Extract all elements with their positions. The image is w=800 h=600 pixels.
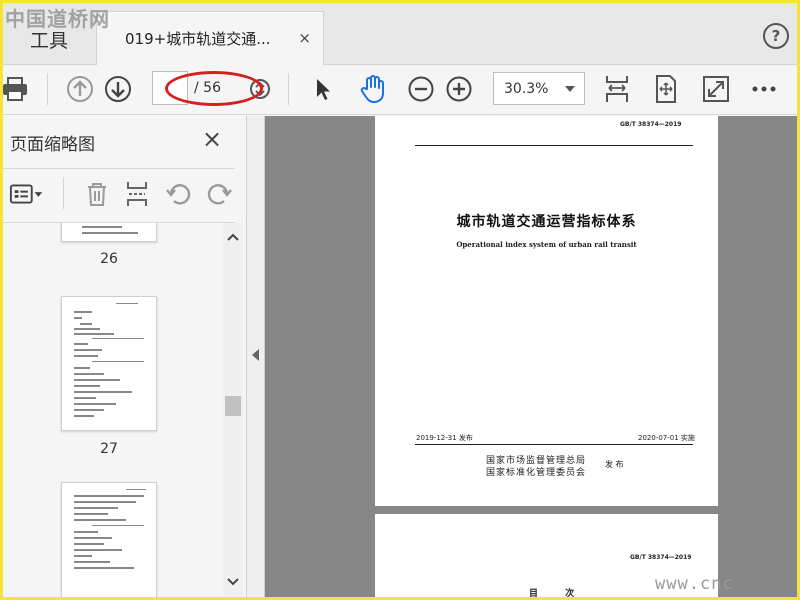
rotate-ccw-icon[interactable] [161,176,197,212]
watermark-top: 中国道桥网 [5,7,110,31]
page-up-icon[interactable] [62,71,98,107]
panel-divider [3,168,235,169]
page-down-icon[interactable] [100,71,136,107]
zoom-select[interactable]: 30.3% [493,72,585,105]
toolbar-separator [63,177,64,209]
issuing-org-2: 国家标准化管理委员会 [486,468,587,478]
zoom-out-icon[interactable] [403,71,439,107]
tab-document[interactable]: 019+城市轨道交通... × [96,11,324,65]
thumbnail-list: 26 27 [3,223,223,597]
header-rule [415,145,693,146]
toolbar-separator [288,73,289,105]
thumbnail-page-number: 27 [100,441,118,457]
hand-tool-icon[interactable] [355,71,391,107]
page-thumbnail[interactable] [61,482,157,597]
toc-title: 目 次 [529,589,587,597]
fit-page-icon[interactable] [648,71,684,107]
toolbar-separator [47,73,48,105]
rotate-cw-icon[interactable] [201,176,237,212]
tab-bar: 工具 019+城市轨道交通... × ? [3,3,797,65]
scroll-down-icon[interactable] [227,578,239,586]
page-thumbnail[interactable] [61,223,157,242]
document-title-en: Operational index system of urban rail t… [456,240,637,249]
trash-icon[interactable] [79,176,115,212]
standard-number: GB/T 38374—2019 [630,554,692,561]
tab-document-title: 019+城市轨道交通... [125,30,271,48]
panel-splitter[interactable] [247,116,265,597]
thumbnail-panel-title: 页面缩略图 [10,135,95,155]
help-icon[interactable]: ? [763,23,789,49]
zoom-in-icon[interactable] [441,71,477,107]
thumbnail-toolbar [3,173,235,219]
app-window: 中国道桥网 www.cnc 工具 019+城市轨道交通... × ? / 56 [3,3,797,597]
tab-close-icon[interactable]: × [298,29,311,47]
annotation-red-ellipse [165,71,263,106]
standard-number: GB/T 38374—2019 [620,121,682,128]
footer-rule [415,444,693,445]
thumbnail-scrollbar[interactable] [223,223,243,597]
thumbnail-options-icon[interactable] [9,176,45,212]
document-page: GB/T 38374—2019 城市轨道交通运营指标体系 Operational… [375,116,718,506]
document-title-cn: 城市轨道交通运营指标体系 [456,214,637,230]
watermark-bottom: www.cnc [655,574,734,594]
document-view[interactable]: GB/T 38374—2019 城市轨道交通运营指标体系 Operational… [265,116,797,597]
zoom-value: 30.3% [504,80,549,97]
publish-label: 发 布 [605,460,624,469]
print-icon[interactable] [3,71,33,107]
scrollbar-thumb[interactable] [225,396,241,416]
thumbnail-page-number: 26 [100,251,118,267]
thumbnail-panel: 页面缩略图 × 26 27 [3,116,247,597]
panel-close-icon[interactable]: × [202,125,222,153]
full-screen-icon[interactable] [698,71,734,107]
effective-date: 2020-07-01 实施 [638,434,695,442]
scroll-up-icon[interactable] [227,233,239,241]
release-date: 2019-12-31 发布 [416,434,473,442]
page-thumbnail[interactable] [61,296,157,431]
select-cursor-icon[interactable] [305,71,341,107]
chevron-down-icon [565,86,575,92]
toolbar: / 56 30.3% [3,65,797,115]
insert-page-icon[interactable] [119,176,155,212]
fit-width-icon[interactable] [599,71,635,107]
more-options-icon[interactable] [746,71,782,107]
collapse-panel-icon[interactable] [252,349,259,361]
